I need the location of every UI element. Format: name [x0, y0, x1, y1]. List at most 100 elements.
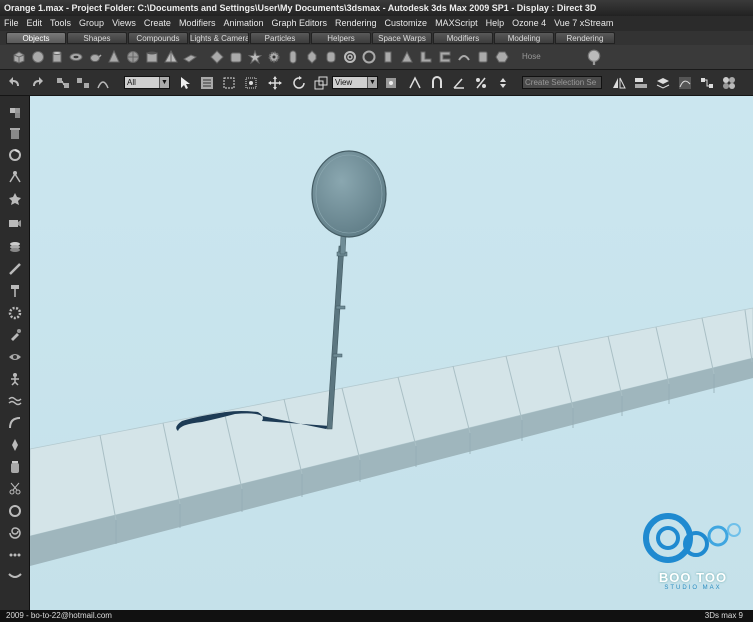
- cylinder-icon[interactable]: [50, 50, 64, 64]
- ringwave-icon[interactable]: [362, 50, 376, 64]
- rect-selection-icon[interactable]: [222, 76, 236, 90]
- tab-lights-cameras[interactable]: Lights & Cameras: [189, 32, 249, 44]
- reference-coord-dropdown[interactable]: View ▼: [332, 76, 378, 89]
- c-ext-icon[interactable]: [438, 50, 452, 64]
- capsule-icon[interactable]: [286, 50, 300, 64]
- menu-maxscript[interactable]: MAXScript: [431, 16, 482, 31]
- torus-knot-icon[interactable]: [343, 50, 357, 64]
- tab-modifiers[interactable]: Modifiers: [433, 32, 493, 44]
- ring-icon[interactable]: [8, 504, 22, 518]
- tree-icon[interactable]: [586, 49, 602, 65]
- select-by-name-icon[interactable]: [200, 76, 214, 90]
- unlink-icon[interactable]: [76, 76, 90, 90]
- menu-create[interactable]: Create: [140, 16, 175, 31]
- move-icon[interactable]: [268, 76, 282, 90]
- bone-icon[interactable]: [8, 438, 22, 452]
- spindle-icon[interactable]: [305, 50, 319, 64]
- pin-icon[interactable]: [8, 170, 22, 184]
- box-icon[interactable]: [12, 50, 26, 64]
- layers-icon[interactable]: [8, 240, 22, 254]
- jar-icon[interactable]: [8, 460, 22, 474]
- tab-objects[interactable]: Objects: [6, 32, 66, 44]
- menu-views[interactable]: Views: [108, 16, 140, 31]
- teapot-icon[interactable]: [88, 50, 102, 64]
- figure-icon[interactable]: [8, 372, 22, 386]
- l-ext-icon[interactable]: [419, 50, 433, 64]
- light-icon[interactable]: [8, 192, 22, 206]
- curve-editor-icon[interactable]: [678, 76, 692, 90]
- hammer-icon[interactable]: [8, 284, 22, 298]
- sphere-icon[interactable]: [31, 50, 45, 64]
- chamfer-box-icon[interactable]: [229, 50, 243, 64]
- eye-icon[interactable]: [8, 350, 22, 364]
- pyramid-icon[interactable]: [164, 50, 178, 64]
- gengon-icon[interactable]: [495, 50, 509, 64]
- undo-icon[interactable]: [8, 76, 22, 90]
- tab-helpers[interactable]: Helpers: [311, 32, 371, 44]
- pivot-center-icon[interactable]: [384, 76, 398, 90]
- menu-rendering[interactable]: Rendering: [331, 16, 381, 31]
- menu-animation[interactable]: Animation: [219, 16, 267, 31]
- mirror-icon[interactable]: [612, 76, 626, 90]
- hose-shape-icon[interactable]: [381, 50, 395, 64]
- window-crossing-icon[interactable]: [244, 76, 258, 90]
- menu-edit[interactable]: Edit: [23, 16, 47, 31]
- tab-space-warps[interactable]: Space Warps: [372, 32, 432, 44]
- waves-icon[interactable]: [8, 394, 22, 408]
- hose-icon[interactable]: [457, 50, 471, 64]
- redo-icon[interactable]: [30, 76, 44, 90]
- schematic-view-icon[interactable]: [700, 76, 714, 90]
- trash-icon[interactable]: [8, 126, 22, 140]
- bind-spacewarp-icon[interactable]: [96, 76, 110, 90]
- cone-icon[interactable]: [107, 50, 121, 64]
- create-box-icon[interactable]: [8, 106, 22, 120]
- hedra-icon[interactable]: [210, 50, 224, 64]
- swirl-icon[interactable]: [8, 526, 22, 540]
- rotate-icon[interactable]: [292, 76, 306, 90]
- select-object-icon[interactable]: [178, 76, 192, 90]
- menu-vue[interactable]: Vue 7 xStream: [550, 16, 617, 31]
- link-icon[interactable]: [56, 76, 70, 90]
- curve-icon[interactable]: [8, 416, 22, 430]
- layer-manager-icon[interactable]: [656, 76, 670, 90]
- tab-rendering[interactable]: Rendering: [555, 32, 615, 44]
- menu-ozone[interactable]: Ozone 4: [508, 16, 550, 31]
- percent-snap-icon[interactable]: [474, 76, 488, 90]
- select-manipulate-icon[interactable]: [408, 76, 422, 90]
- scale-icon[interactable]: [314, 76, 328, 90]
- star-icon[interactable]: [248, 50, 262, 64]
- material-editor-icon[interactable]: [722, 76, 736, 90]
- dots-icon[interactable]: [8, 548, 22, 562]
- wand-icon[interactable]: [8, 262, 22, 276]
- tab-compounds[interactable]: Compounds: [128, 32, 188, 44]
- menu-modifiers[interactable]: Modifiers: [175, 16, 220, 31]
- cut-icon[interactable]: [8, 482, 22, 496]
- menu-group[interactable]: Group: [75, 16, 108, 31]
- chamfer-cyl-icon[interactable]: [476, 50, 490, 64]
- snaps-toggle-icon[interactable]: [430, 76, 444, 90]
- align-icon[interactable]: [634, 76, 648, 90]
- paint-icon[interactable]: [8, 328, 22, 342]
- perspective-viewport[interactable]: BOO TOO STUDIO MAX: [30, 96, 753, 610]
- settings-gear-icon[interactable]: [8, 306, 22, 320]
- spin-icon[interactable]: [8, 148, 22, 162]
- tab-particles[interactable]: Particles: [250, 32, 310, 44]
- menu-graph-editors[interactable]: Graph Editors: [267, 16, 331, 31]
- prism-icon[interactable]: [400, 50, 414, 64]
- tube-icon[interactable]: [145, 50, 159, 64]
- spinner-snap-icon[interactable]: [496, 76, 510, 90]
- menu-file[interactable]: File: [0, 16, 23, 31]
- torus-icon[interactable]: [69, 50, 83, 64]
- menu-help[interactable]: Help: [482, 16, 509, 31]
- menu-customize[interactable]: Customize: [381, 16, 432, 31]
- camera-icon[interactable]: [8, 216, 22, 230]
- oiltank-icon[interactable]: [324, 50, 338, 64]
- plane-icon[interactable]: [183, 50, 197, 64]
- tab-modeling[interactable]: Modeling: [494, 32, 554, 44]
- named-selection-field[interactable]: Create Selection Se: [522, 76, 602, 89]
- angle-snap-icon[interactable]: [452, 76, 466, 90]
- selection-filter-dropdown[interactable]: All ▼: [124, 76, 170, 89]
- gear-icon[interactable]: [267, 50, 281, 64]
- menu-tools[interactable]: Tools: [46, 16, 75, 31]
- tab-shapes[interactable]: Shapes: [67, 32, 127, 44]
